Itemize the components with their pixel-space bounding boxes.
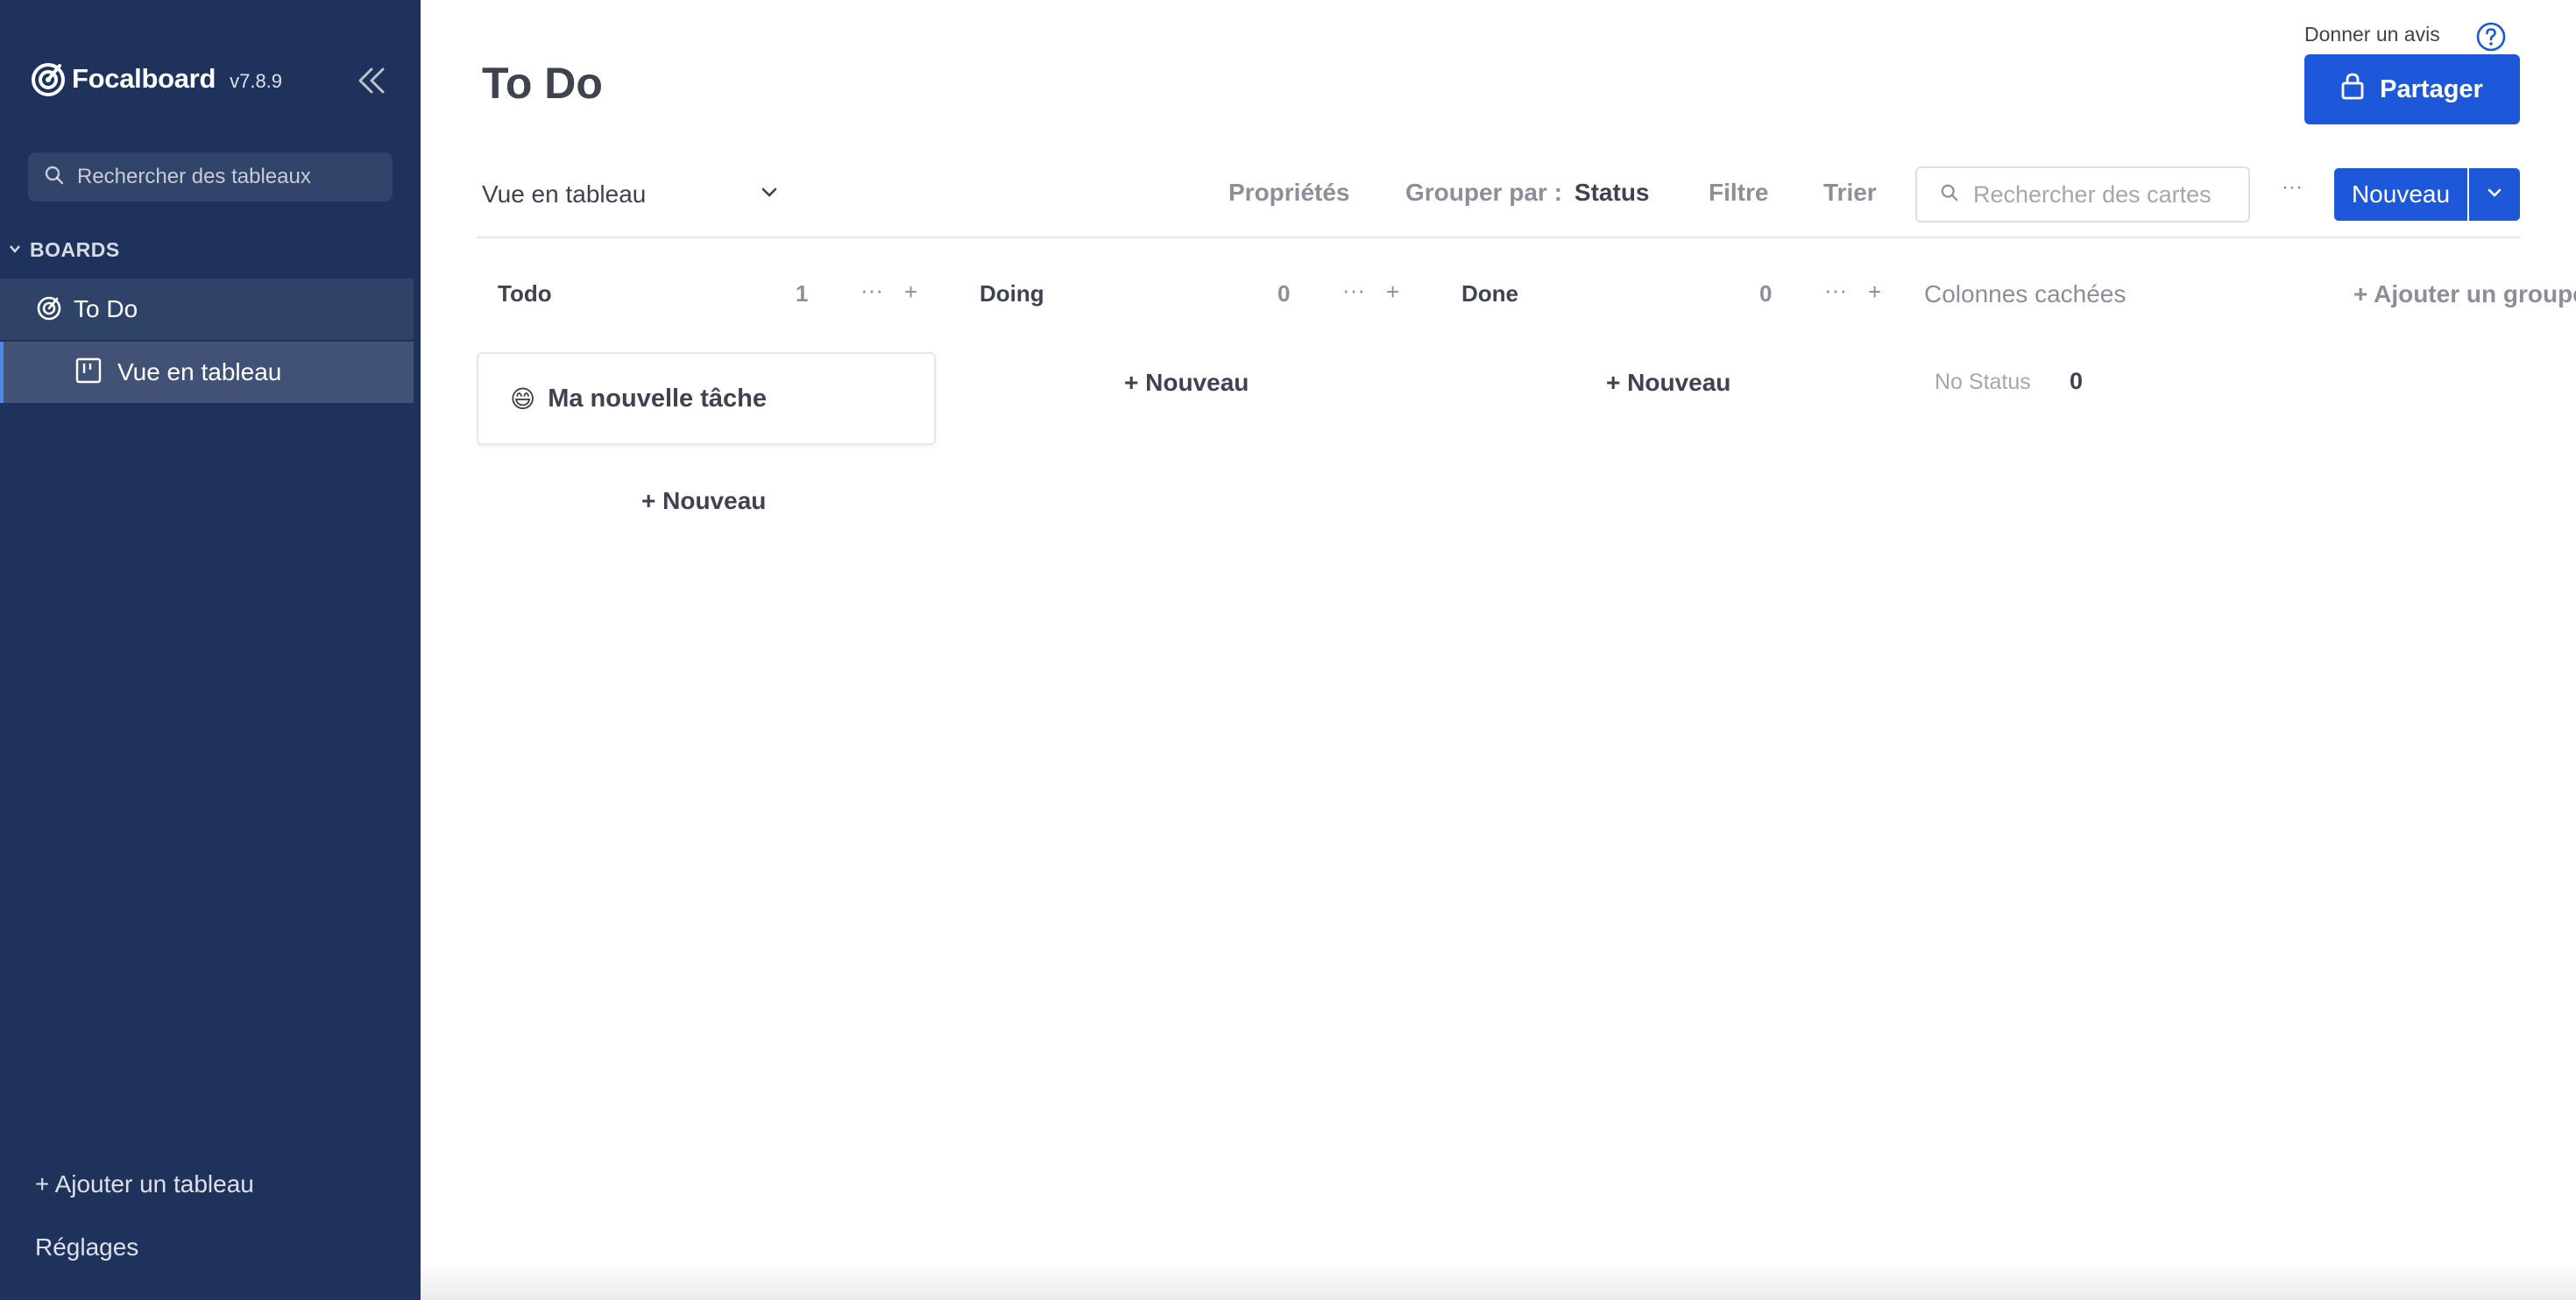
sidebar-board-label: To Do	[74, 295, 138, 322]
page-title[interactable]: To Do	[482, 58, 603, 109]
column-menu-button[interactable]: ···	[1824, 277, 1847, 304]
chevron-down-icon	[9, 241, 21, 259]
card-search-placeholder: Rechercher des cartes	[1973, 180, 2212, 208]
column-count: 0	[1277, 280, 1291, 307]
board-target-icon	[35, 293, 63, 326]
feedback-link[interactable]: Donner un avis	[2304, 23, 2440, 46]
column-add-card-button[interactable]: +	[1868, 279, 1881, 306]
column-menu-button[interactable]: ···	[1342, 277, 1365, 304]
column-title[interactable]: Doing	[980, 280, 1044, 307]
help-icon[interactable]	[2475, 21, 2507, 53]
column-count: 0	[1759, 280, 1773, 307]
board-search-placeholder: Rechercher des tableaux	[77, 165, 311, 188]
sidebar-view-label: Vue en tableau	[117, 358, 282, 385]
add-board-button[interactable]: + Ajouter un tableau	[35, 1170, 254, 1198]
column-menu-button[interactable]: ···	[860, 277, 883, 304]
more-options-button[interactable]: ···	[2276, 175, 2308, 210]
column-title[interactable]: Done	[1461, 280, 1518, 307]
card-emoji-icon: 😄	[510, 385, 536, 413]
board-view-icon	[75, 357, 102, 388]
brand-name: Focalboard	[72, 63, 216, 94]
group-by-label: Grouper par :	[1405, 179, 1562, 206]
group-by-button[interactable]: Grouper par : Status	[1405, 179, 1650, 207]
search-icon	[1940, 183, 1959, 207]
share-button[interactable]: Partager	[2304, 54, 2520, 124]
card-search-input[interactable]: Rechercher des cartes	[1915, 166, 2250, 223]
view-selector-dropdown[interactable]: Vue en tableau	[482, 175, 778, 214]
double-chevron-left-icon	[356, 67, 387, 99]
new-card-dropdown-button[interactable]	[2469, 168, 2520, 221]
card-title: Ma nouvelle tâche	[548, 384, 768, 413]
filter-button[interactable]: Filtre	[1709, 179, 1768, 207]
chevron-down-icon	[2486, 187, 2503, 203]
app-window: Focalboard v7.8.9 Rechercher des tableau…	[0, 0, 2576, 1300]
focalboard-logo-icon	[30, 60, 67, 97]
board-card[interactable]: 😄 Ma nouvelle tâche	[477, 352, 936, 445]
toolbar-divider	[477, 237, 2520, 238]
group-by-value: Status	[1574, 179, 1650, 206]
column-count: 1	[796, 280, 809, 307]
column-add-card-button[interactable]: +	[904, 279, 917, 306]
column-title[interactable]: Todo	[498, 280, 552, 307]
boards-section-label: BOARDS	[30, 237, 120, 261]
hidden-group-count: 0	[2070, 368, 2084, 394]
add-card-todo-button[interactable]: + Nouveau	[641, 487, 766, 515]
collapse-sidebar-button[interactable]	[350, 63, 393, 102]
view-selector-label: Vue en tableau	[482, 180, 647, 208]
bottom-fade	[421, 1261, 2576, 1300]
sidebar-item-view-board[interactable]: Vue en tableau	[0, 342, 414, 403]
lock-icon	[2341, 72, 2380, 107]
add-card-doing-button[interactable]: + Nouveau	[1124, 369, 1249, 397]
sidebar: Focalboard v7.8.9 Rechercher des tableau…	[0, 0, 421, 1300]
brand: Focalboard v7.8.9	[30, 56, 282, 102]
settings-button[interactable]: Réglages	[35, 1233, 138, 1261]
app-version: v7.8.9	[230, 70, 283, 92]
search-icon	[44, 165, 65, 190]
hidden-group-label[interactable]: No Status	[1935, 370, 2031, 395]
boards-section-header[interactable]: BOARDS	[9, 235, 120, 265]
properties-button[interactable]: Propriétés	[1228, 179, 1350, 207]
add-group-button[interactable]: + Ajouter un groupe	[2353, 280, 2576, 308]
add-card-done-button[interactable]: + Nouveau	[1606, 369, 1730, 397]
column-add-card-button[interactable]: +	[1386, 279, 1399, 306]
sort-button[interactable]: Trier	[1823, 179, 1877, 207]
hidden-columns-label: Colonnes cachées	[1924, 280, 2127, 307]
share-button-label: Partager	[2380, 74, 2483, 103]
board-search-input[interactable]: Rechercher des tableaux	[28, 152, 393, 201]
chevron-down-icon	[761, 187, 778, 203]
sidebar-item-board-todo[interactable]: To Do	[0, 279, 414, 340]
new-card-button[interactable]: Nouveau	[2334, 168, 2467, 221]
